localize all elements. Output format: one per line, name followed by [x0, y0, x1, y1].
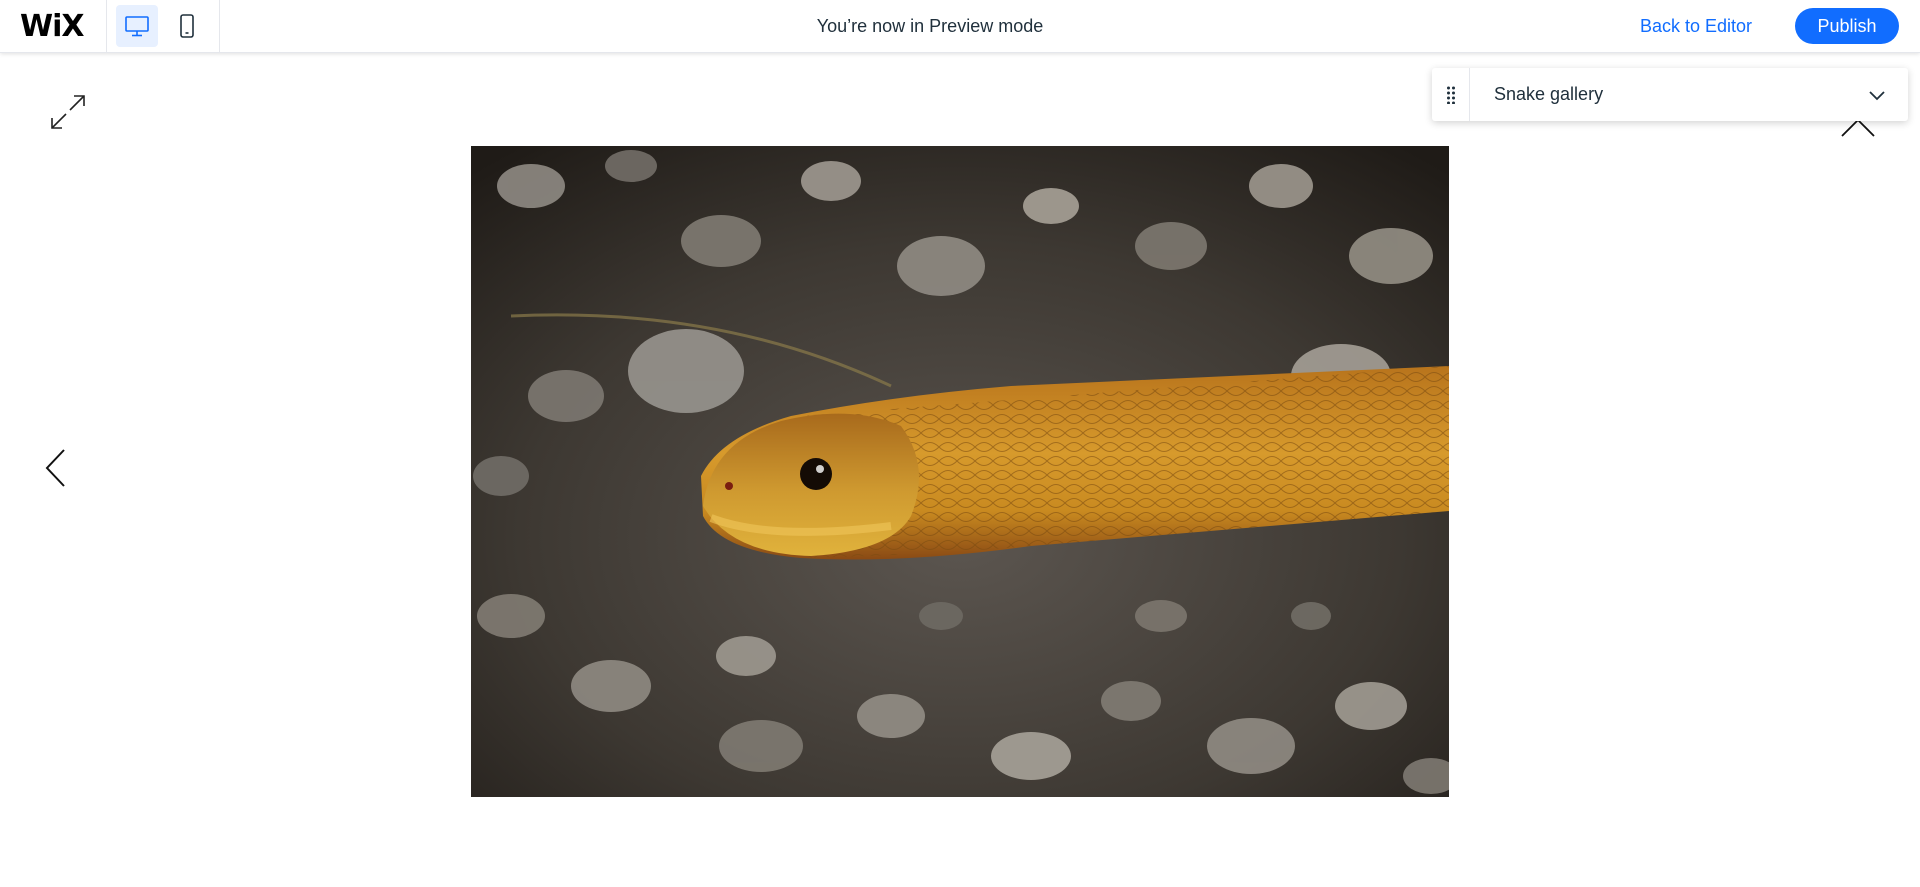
expand-button[interactable] — [46, 90, 90, 134]
desktop-icon — [125, 16, 149, 37]
previous-arrow-icon — [45, 449, 65, 487]
gallery-selector-panel: Snake gallery — [1432, 68, 1908, 121]
expand-icon — [51, 95, 85, 129]
desktop-view-button[interactable] — [116, 5, 158, 47]
wix-logo: WiX — [20, 8, 86, 44]
mobile-view-button[interactable] — [166, 5, 208, 47]
chevron-down-icon — [1869, 91, 1885, 101]
drag-handle[interactable] — [1432, 68, 1470, 121]
previous-image-button[interactable] — [40, 446, 70, 490]
divider — [106, 0, 107, 53]
mobile-icon — [180, 14, 194, 38]
publish-button[interactable]: Publish — [1795, 8, 1899, 44]
divider — [219, 0, 220, 53]
gallery-image — [471, 146, 1449, 797]
gallery-dropdown-label: Snake gallery — [1494, 84, 1604, 104]
preview-top-bar: WiX You’re now in Preview mode Back to E… — [0, 0, 1920, 53]
back-to-editor-link[interactable]: Back to Editor — [1640, 0, 1752, 53]
snake-photo — [471, 146, 1449, 797]
logo-text: WiX — [20, 8, 85, 44]
drag-handle-icon — [1446, 86, 1455, 104]
preview-mode-message: You’re now in Preview mode — [816, 16, 1044, 36]
gallery-dropdown[interactable]: Snake gallery — [1470, 68, 1908, 121]
